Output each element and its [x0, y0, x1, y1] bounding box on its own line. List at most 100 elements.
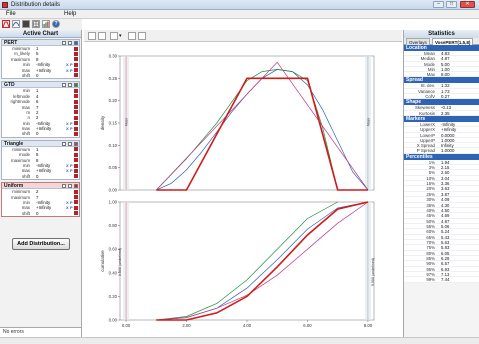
link-cell-icon[interactable]: [74, 68, 78, 73]
close-button[interactable]: ✕: [460, 1, 475, 8]
menu-file[interactable]: File: [6, 11, 16, 18]
copy-icon[interactable]: [88, 32, 96, 40]
dropdown-icon[interactable]: ▾: [119, 32, 124, 40]
percentile-label: 40%: [426, 207, 435, 213]
statistic-label: Skewness: [414, 105, 435, 111]
percentile-label: 55%: [426, 223, 435, 229]
link-cell-icon[interactable]: [74, 152, 78, 157]
parameter-value[interactable]: 0: [36, 131, 38, 136]
link-cell-icon[interactable]: [74, 115, 78, 120]
maximize-button[interactable]: □: [446, 1, 457, 8]
print-icon[interactable]: [98, 32, 106, 40]
percentile-label: 30%: [426, 197, 435, 203]
link-cell-icon[interactable]: [74, 195, 78, 200]
flag-icon[interactable]: [138, 32, 146, 40]
red-curve-icon[interactable]: [2, 20, 10, 28]
parameter-value[interactable]: 0: [36, 73, 38, 78]
percentile-label: 60%: [426, 229, 435, 235]
link-cell-icon[interactable]: [74, 62, 78, 67]
active-chart-title: Active Chart: [0, 30, 81, 38]
parameter-row[interactable]: shift 0: [2, 73, 79, 78]
active-chart-panel: Active Chart PERT minimum 1 m_likely 5 maximu…: [0, 30, 82, 337]
help-icon[interactable]: ?: [52, 20, 60, 28]
window-titlebar[interactable]: Distribution details – □ ✕: [0, 0, 479, 10]
link-cell-icon[interactable]: [74, 200, 78, 205]
parameter-value[interactable]: 0: [36, 211, 38, 216]
parameter-row[interactable]: shift 0: [2, 131, 79, 136]
link-cell-icon[interactable]: [74, 94, 78, 99]
error-status: No errors: [0, 327, 81, 337]
statistic-label: CofV: [425, 94, 435, 100]
tab-vosepert[interactable]: VosePERT(1,5,8): [432, 38, 474, 45]
distribution-block[interactable]: GTD min 1 leftmode 4 rightmode 6 max 7 m 2 n 2 min -In…: [1, 81, 80, 138]
link-cell-icon[interactable]: [74, 73, 78, 78]
percentile-value: 2.15: [441, 165, 450, 171]
statistic-value: 1.32: [441, 83, 450, 89]
link-cell-icon[interactable]: [74, 158, 78, 163]
distribution-chart[interactable]: 0.000.050.100.150.200.250.30density0.000…: [84, 42, 402, 337]
options-icon[interactable]: [68, 141, 72, 146]
color-swatch-icon[interactable]: [62, 184, 66, 189]
link-cell-icon[interactable]: [74, 211, 78, 216]
distribution-block[interactable]: PERT minimum 1 m_likely 5 maximum 8 min -Infinit…: [1, 39, 80, 80]
window-title: Distribution details: [11, 2, 61, 8]
percentile-value: 7.13: [441, 271, 450, 277]
link-cell-icon[interactable]: [74, 121, 78, 126]
link-cell-icon[interactable]: [74, 46, 78, 51]
color-swatch-icon[interactable]: [62, 83, 66, 88]
statistic-label: Min: [427, 66, 435, 72]
link-cell-icon[interactable]: [74, 189, 78, 194]
edit-icon[interactable]: [110, 32, 118, 40]
options-icon[interactable]: [68, 41, 72, 45]
plot-frame: [119, 55, 375, 191]
menu-help[interactable]: Help: [64, 11, 76, 18]
parameter-value[interactable]: 0: [36, 174, 38, 179]
plot-frame: [119, 201, 375, 321]
y-axis-label: cumulative: [100, 250, 105, 272]
distribution-block[interactable]: Uniform minimum 2 maximum 7 min -Infinity X Pmax…: [1, 182, 80, 218]
remove-icon[interactable]: [74, 184, 78, 189]
percentile-label: 20%: [426, 186, 435, 192]
x-tick-label: 2.00: [182, 323, 191, 328]
x-tick-label: 8.00: [364, 323, 373, 328]
book-icon[interactable]: [22, 20, 30, 28]
statistic-row: P Spread 1.0000: [404, 148, 479, 154]
minimize-button[interactable]: –: [433, 1, 444, 8]
remove-icon[interactable]: [74, 41, 78, 45]
options-icon[interactable]: [68, 184, 72, 189]
link-cell-icon[interactable]: [74, 110, 78, 115]
add-distribution-button[interactable]: Add Distribution...: [12, 238, 70, 250]
link-cell-icon[interactable]: [74, 163, 78, 168]
link-cell-icon[interactable]: [74, 174, 78, 179]
link-cell-icon[interactable]: [74, 168, 78, 173]
x-tick-label: 0.00: [122, 323, 131, 328]
color-swatch-icon[interactable]: [62, 141, 66, 146]
link-cell-icon[interactable]: [74, 105, 78, 110]
remove-icon[interactable]: [74, 83, 78, 88]
link-cell-icon[interactable]: [74, 131, 78, 136]
link-cell-icon[interactable]: [74, 57, 78, 62]
link-cell-icon[interactable]: [74, 51, 78, 56]
distribution-block[interactable]: Triangle minimum 1 mode 5 maximum 8 min -Infinit…: [1, 139, 80, 181]
statistic-value: 1.0000: [441, 137, 455, 143]
parameter-row[interactable]: shift 0: [2, 174, 79, 179]
link-cell-icon[interactable]: [74, 88, 78, 93]
statistic-value: 2.35: [441, 110, 450, 116]
table-icon[interactable]: [32, 20, 40, 28]
color-swatch-icon[interactable]: [62, 41, 66, 45]
percentile-row: 99% 7.44: [404, 277, 479, 283]
statistic-label: P Spread: [416, 148, 435, 154]
link-cell-icon[interactable]: [74, 205, 78, 210]
link-cell-icon[interactable]: [74, 147, 78, 152]
link-cell-icon[interactable]: [74, 126, 78, 131]
chart-area[interactable]: 0.00 0.05 0.10 0.15 0.20 0.25 0.30 density 0.00 0…: [84, 42, 402, 337]
remove-icon[interactable]: [74, 141, 78, 146]
chart-icon[interactable]: [42, 20, 50, 28]
link-cell-icon[interactable]: [74, 99, 78, 104]
tab-overlays[interactable]: Overlays: [406, 38, 430, 45]
statistics-panel: Statistics Overlays VosePERT(1,5,8) Loca…: [403, 30, 479, 337]
options-icon[interactable]: [68, 83, 72, 88]
stats-icon[interactable]: [128, 32, 136, 40]
parameter-row[interactable]: shift 0: [2, 211, 79, 216]
fit-icon[interactable]: [12, 20, 20, 28]
